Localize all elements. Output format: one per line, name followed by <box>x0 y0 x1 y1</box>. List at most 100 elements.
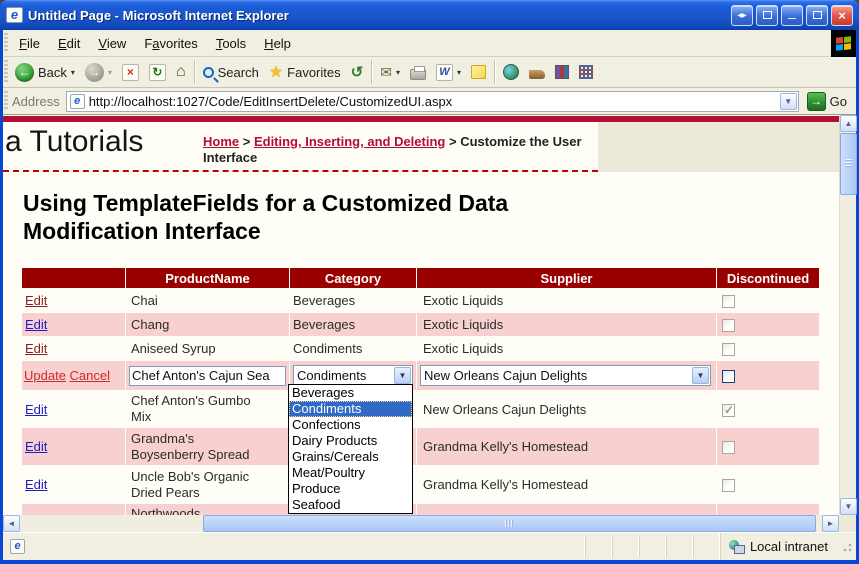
menu-favorites[interactable]: Favorites <box>135 30 206 56</box>
search-button[interactable]: Search <box>198 63 264 82</box>
dropdown-option[interactable]: Grains/Cereals <box>289 449 412 465</box>
supplier-cell: Exotic Liquids <box>417 337 716 360</box>
edit-link[interactable]: Edit <box>25 293 47 308</box>
discontinued-checkbox[interactable] <box>722 370 735 383</box>
mail-dropdown-caret[interactable]: ▾ <box>396 68 400 77</box>
messenger-button[interactable] <box>574 63 598 81</box>
menu-edit[interactable]: Edit <box>49 30 89 56</box>
product-cell: Chang <box>126 313 289 336</box>
address-input[interactable] <box>89 94 780 109</box>
supplier-cell: Exotic Liquids <box>417 313 716 336</box>
address-input-box[interactable]: e ▼ <box>66 91 799 112</box>
scroll-left-button[interactable]: ◄ <box>3 515 20 532</box>
discontinued-checkbox <box>722 295 735 308</box>
windows-logo-throbber <box>831 30 856 57</box>
discuss-button[interactable] <box>524 63 550 81</box>
reference-button[interactable] <box>550 63 574 81</box>
address-dropdown-button[interactable]: ▼ <box>780 93 797 110</box>
dropdown-option-selected[interactable]: Condiments <box>289 401 412 417</box>
resize-grip[interactable] <box>840 540 853 553</box>
toolbar-grip[interactable] <box>4 60 8 84</box>
menu-file[interactable]: File <box>10 30 49 56</box>
menu-help[interactable]: Help <box>255 30 300 56</box>
home-icon: ⌂ <box>176 63 186 81</box>
refresh-button[interactable]: ↻ <box>144 62 171 83</box>
forward-button[interactable]: → ▾ <box>80 61 117 84</box>
dashed-divider <box>3 170 598 172</box>
horizontal-scroll-thumb[interactable] <box>203 515 816 532</box>
edit-link[interactable]: Edit <box>25 477 47 492</box>
status-pane <box>585 535 612 558</box>
supplier-cell: Exotic Liquids <box>417 289 716 312</box>
edit-link[interactable]: Edit <box>25 341 47 356</box>
history-button[interactable]: ↺ <box>346 61 369 83</box>
go-button[interactable]: → Go <box>805 91 853 112</box>
status-pane <box>639 535 666 558</box>
select-arrow-icon[interactable]: ▼ <box>394 367 411 384</box>
product-name-input[interactable] <box>129 366 286 386</box>
print-button[interactable] <box>405 63 431 82</box>
minimize-button[interactable]: — <box>781 5 803 26</box>
dropdown-option[interactable]: Beverages <box>289 385 412 401</box>
research-button[interactable] <box>498 62 524 82</box>
forward-dropdown-caret[interactable]: ▾ <box>108 68 112 77</box>
cancel-link[interactable]: Cancel <box>70 368 110 383</box>
edit-link[interactable]: Edit <box>25 402 47 417</box>
table-row: Edit Northwoods Cranberry Sauce Condimen… <box>22 504 819 515</box>
word-dropdown-caret[interactable]: ▾ <box>457 68 461 77</box>
discontinued-checkbox <box>722 319 735 332</box>
supplier-select[interactable]: New Orleans Cajun Delights ▼ <box>420 365 711 386</box>
menu-tools[interactable]: Tools <box>207 30 255 56</box>
messenger-note-button[interactable] <box>466 63 491 81</box>
home-button[interactable]: ⌂ <box>171 61 191 83</box>
titlebar-arrows-button[interactable]: ◀▶ <box>731 5 753 26</box>
menu-view[interactable]: View <box>89 30 135 56</box>
addressbar-grip[interactable] <box>4 91 8 111</box>
edit-with-word-button[interactable]: W ▾ <box>431 62 466 83</box>
horizontal-scrollbar[interactable]: ◄ ► <box>3 515 856 532</box>
scroll-right-button[interactable]: ► <box>822 515 839 532</box>
stop-button[interactable]: × <box>117 62 144 83</box>
standard-toolbar: ← Back ▾ → ▾ × ↻ ⌂ Search ★ Favorites ↺ <box>3 57 856 88</box>
scroll-down-button[interactable]: ▼ <box>840 498 857 515</box>
security-zone-pane: Local intranet <box>720 533 838 560</box>
select-arrow-icon[interactable]: ▼ <box>692 367 709 384</box>
dropdown-option[interactable]: Seafood <box>289 497 412 513</box>
mail-button[interactable]: ✉ ▾ <box>375 62 405 83</box>
col-header-actions <box>22 268 125 288</box>
menubar-grip[interactable] <box>4 33 8 53</box>
dropdown-option[interactable]: Confections <box>289 417 412 433</box>
close-button[interactable]: × <box>831 5 853 26</box>
col-header-supplier: Supplier <box>417 268 716 288</box>
dropdown-option[interactable]: Produce <box>289 481 412 497</box>
scroll-up-button[interactable]: ▲ <box>840 115 857 132</box>
breadcrumb-home-link[interactable]: Home <box>203 134 239 149</box>
update-link[interactable]: Update <box>24 368 66 383</box>
vertical-scrollbar[interactable]: ▲ ▼ <box>839 115 856 515</box>
edit-link[interactable]: Edit <box>25 439 47 454</box>
back-button[interactable]: ← Back ▾ <box>10 61 80 84</box>
titlebar-detach-button[interactable] <box>756 5 778 26</box>
dropdown-option[interactable]: Dairy Products <box>289 433 412 449</box>
ie-app-icon: e <box>6 7 23 23</box>
back-dropdown-caret[interactable]: ▾ <box>71 68 75 77</box>
back-icon: ← <box>15 63 34 82</box>
products-gridview: ProductName Category Supplier Discontinu… <box>21 267 820 515</box>
product-cell: Chai <box>126 289 289 312</box>
edit-link[interactable]: Edit <box>25 317 47 332</box>
favorites-button[interactable]: ★ Favorites <box>264 60 346 84</box>
breadcrumb-section-link[interactable]: Editing, Inserting, and Deleting <box>254 134 445 149</box>
scrollbar-corner <box>839 515 856 532</box>
vertical-scroll-thumb[interactable] <box>840 133 857 195</box>
discontinued-checkbox <box>722 343 735 356</box>
menu-bar: File Edit View Favorites Tools Help <box>3 30 856 57</box>
dropdown-option[interactable]: Meat/Poultry <box>289 465 412 481</box>
window-title: Untitled Page - Microsoft Internet Explo… <box>28 8 731 23</box>
discontinued-checkbox <box>722 404 735 417</box>
maximize-button[interactable] <box>806 5 828 26</box>
category-select[interactable]: Condiments ▼ <box>293 365 413 386</box>
title-bar[interactable]: e Untitled Page - Microsoft Internet Exp… <box>0 0 859 30</box>
supplier-cell: Grandma Kelly's Homestead <box>417 504 716 515</box>
note-icon <box>471 65 486 79</box>
table-row: Edit Grandma's Boysenberry Spread Grandm… <box>22 428 819 465</box>
